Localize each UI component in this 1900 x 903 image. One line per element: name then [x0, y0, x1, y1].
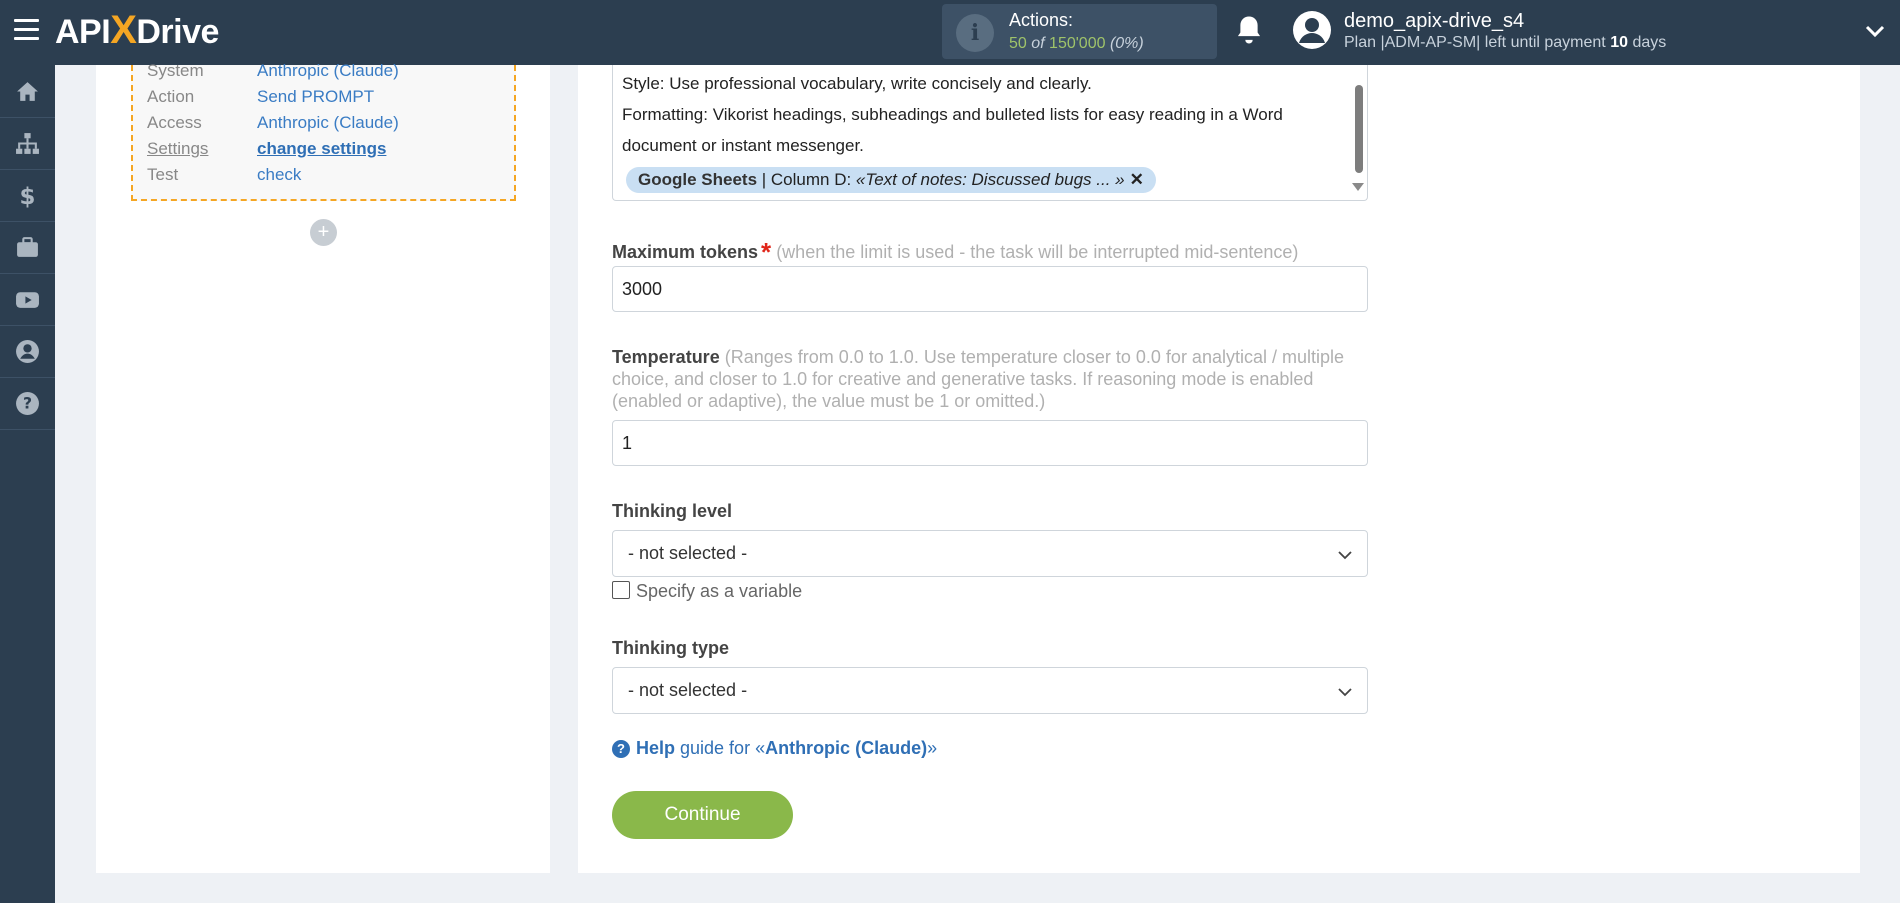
chip-source: Google Sheets: [638, 170, 758, 189]
max-tokens-input[interactable]: 3000: [612, 266, 1368, 312]
youtube-icon: [16, 292, 39, 308]
actions-count: 50 of 150'000 (0%): [1009, 35, 1144, 53]
bell-icon[interactable]: [1234, 14, 1264, 46]
actions-used: 50: [1009, 35, 1027, 52]
thinking-level-value: - not selected -: [628, 543, 748, 563]
temperature-label: Temperature (Ranges from 0.0 to 1.0. Use…: [612, 346, 1372, 412]
step-key: Access: [147, 113, 202, 132]
info-icon: i: [956, 14, 994, 52]
prompt-line: document or instant messenger.: [622, 136, 864, 155]
actions-total: 150'000: [1049, 35, 1106, 52]
sidebar: $ ?: [0, 65, 55, 903]
step-key: Settings: [147, 139, 209, 158]
sidebar-item-account[interactable]: [0, 325, 55, 378]
prompt-line: Formatting: Vikorist headings, subheadin…: [622, 105, 1283, 124]
actions-counter: i Actions: 50 of 150'000 (0%): [942, 4, 1217, 59]
temperature-input[interactable]: 1: [612, 420, 1368, 466]
check-link[interactable]: check: [257, 163, 301, 187]
actions-percent: (0%): [1109, 35, 1144, 52]
top-bar: APIXDrive i Actions: 50 of 150'000 (0%) …: [0, 0, 1900, 65]
thinking-level-select[interactable]: - not selected -: [612, 530, 1368, 577]
step-key: Test: [147, 165, 179, 184]
hamburger-menu-icon[interactable]: [14, 19, 39, 41]
plan-prefix: Plan |ADM-AP-SM| left until payment: [1344, 34, 1606, 51]
prompt-textarea[interactable]: Style: Use professional vocabulary, writ…: [612, 65, 1368, 201]
chevron-down-icon[interactable]: [1864, 20, 1886, 42]
help-middle: guide for «: [675, 738, 766, 758]
thinking-type-select[interactable]: - not selected -: [612, 667, 1368, 714]
change-settings-link[interactable]: change settings: [257, 137, 386, 161]
svg-text:?: ?: [23, 395, 32, 413]
help-system-name: Anthropic (Claude): [765, 738, 928, 758]
specify-variable-checkbox[interactable]: [612, 581, 630, 599]
step-key: System: [147, 61, 204, 80]
sitemap-icon: [16, 133, 39, 154]
actions-of: of: [1031, 35, 1045, 52]
user-avatar-icon: [1299, 18, 1325, 43]
briefcase-icon: [17, 237, 38, 257]
variable-chip[interactable]: Google Sheets | Column D: «Text of notes…: [626, 167, 1156, 193]
continue-button[interactable]: Continue: [612, 791, 793, 839]
sidebar-item-home[interactable]: [0, 65, 55, 118]
max-tokens-label: Maximum tokens * (when the limit is used …: [612, 234, 1299, 267]
step-summary: System Anthropic (Claude) Action Send PROM…: [131, 61, 516, 201]
plan-days-word: days: [1632, 34, 1667, 51]
max-tokens-hint: (when the limit is used - the task will …: [776, 242, 1299, 262]
user-circle-icon: [16, 340, 39, 363]
logo-api-text: API: [55, 13, 111, 51]
temperature-label-text: Temperature: [612, 347, 720, 367]
logo[interactable]: APIXDrive: [55, 8, 219, 53]
chip-value: «Text of notes: Discussed bugs ... »: [855, 170, 1125, 189]
temperature-hint: (Ranges from 0.0 to 1.0. Use temperature…: [612, 347, 1345, 411]
sidebar-item-videos[interactable]: [0, 273, 55, 326]
specify-variable-row[interactable]: Specify as a variable: [612, 581, 802, 603]
chip-remove-icon[interactable]: ✕: [1130, 170, 1144, 189]
sidebar-item-help[interactable]: ?: [0, 377, 55, 430]
step-value[interactable]: Anthropic (Claude): [257, 59, 399, 83]
sidebar-item-billing[interactable]: $: [0, 169, 55, 222]
help-suffix: »: [927, 738, 938, 758]
help-prefix: Help: [636, 738, 676, 758]
logo-x-text: X: [110, 8, 137, 52]
thinking-level-label: Thinking level: [612, 501, 733, 521]
plan-days-num: 10: [1610, 34, 1628, 51]
svg-text:$: $: [20, 184, 36, 208]
max-tokens-label-text: Maximum tokens: [612, 242, 759, 262]
scroll-down-arrow-icon[interactable]: [1352, 183, 1364, 191]
actions-label: Actions:: [1009, 10, 1074, 30]
thinking-type-label: Thinking type: [612, 638, 729, 658]
step-key: Action: [147, 87, 195, 106]
prompt-line: Style: Use professional vocabulary, writ…: [622, 74, 1092, 93]
home-icon: [17, 82, 38, 101]
logo-drive-text: Drive: [136, 13, 219, 51]
required-asterisk: *: [761, 237, 772, 267]
sidebar-item-projects[interactable]: [0, 221, 55, 274]
help-icon: ?: [16, 392, 39, 415]
question-circle-icon: ?: [612, 740, 630, 758]
plan-info: Plan |ADM-AP-SM| left until payment 10 d…: [1344, 34, 1666, 52]
help-guide-link[interactable]: ? Help guide for «Anthropic (Claude)»: [612, 738, 937, 759]
chip-column: | Column D:: [757, 170, 856, 189]
step-value[interactable]: Send PROMPT: [257, 85, 374, 109]
step-value[interactable]: Anthropic (Claude): [257, 111, 399, 135]
chevron-down-icon: [1338, 551, 1352, 560]
add-step-button[interactable]: +: [310, 219, 337, 246]
scrollbar-thumb[interactable]: [1355, 85, 1363, 173]
dollar-icon: $: [20, 184, 36, 208]
thinking-type-value: - not selected -: [628, 680, 748, 700]
sidebar-item-connections[interactable]: [0, 117, 55, 170]
avatar[interactable]: [1293, 11, 1331, 49]
username[interactable]: demo_apix-drive_s4: [1344, 10, 1524, 33]
chevron-down-icon: [1338, 688, 1352, 697]
specify-variable-label: Specify as a variable: [636, 581, 803, 601]
